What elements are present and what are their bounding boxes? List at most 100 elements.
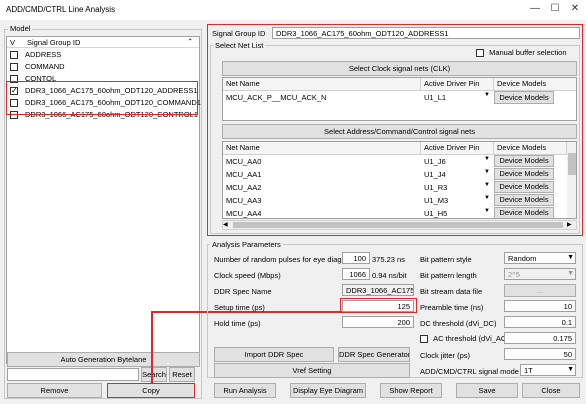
horizontal-scrollbar[interactable]: ◀ ▶ xyxy=(222,220,577,230)
ac-threshold-field[interactable]: 0.175 xyxy=(504,332,576,344)
dropdown-arrow-icon[interactable]: ▼ xyxy=(484,156,490,162)
copy-button[interactable]: Copy xyxy=(107,383,195,398)
search-input[interactable] xyxy=(7,368,139,381)
ac-threshold-row[interactable]: AC threshold (dVi_AC) xyxy=(420,334,509,344)
device-models-button[interactable]: Device Models xyxy=(494,194,554,206)
clock-speed-field[interactable]: 1066 xyxy=(342,268,370,280)
ac-threshold-label: AC threshold (dVi_AC) xyxy=(433,334,509,343)
reset-button[interactable]: Reset xyxy=(169,367,195,382)
column-device-models[interactable]: Device Models xyxy=(494,142,567,155)
dc-threshold-field[interactable]: 0.1 xyxy=(504,316,576,328)
scrollbar-thumb[interactable] xyxy=(233,222,563,228)
clock-net-table: Net Name Active Driver Pin Device Models… xyxy=(222,77,577,121)
table-row-net: MCU_AA1 xyxy=(226,170,262,179)
signal-mode-select[interactable]: 1T ▼ xyxy=(520,364,576,376)
bit-stream-label: Bit stream data file xyxy=(420,287,483,296)
chevron-up-icon[interactable]: ⌃ xyxy=(187,37,193,46)
checkbox[interactable] xyxy=(420,335,428,344)
column-signal-group-id: Signal Group ID xyxy=(27,38,81,47)
clock-jitter-field[interactable]: 50 xyxy=(504,348,576,360)
manual-buffer-label: Manual buffer selection xyxy=(489,48,567,57)
list-item[interactable]: ADDRESS xyxy=(10,49,61,60)
net-list-label: Select Net List xyxy=(213,41,266,50)
device-models-button[interactable]: Device Models xyxy=(494,181,554,193)
column-active-driver-pin[interactable]: Active Driver Pin xyxy=(421,142,494,155)
show-report-button[interactable]: Show Report xyxy=(380,383,442,398)
bit-pattern-style-value: Random xyxy=(508,254,537,263)
scroll-right-icon[interactable]: ▶ xyxy=(567,221,572,228)
chevron-down-icon: ▼ xyxy=(567,366,574,373)
scrollbar-thumb[interactable] xyxy=(568,153,576,175)
run-analysis-button[interactable]: Run Analysis xyxy=(214,383,276,398)
dc-threshold-label: DC threshold (dVi_DC) xyxy=(420,319,497,328)
bit-pattern-style-select[interactable]: Random ▼ xyxy=(504,252,576,264)
column-active-driver-pin[interactable]: Active Driver Pin xyxy=(421,78,494,91)
close-button[interactable]: Close xyxy=(522,383,580,398)
random-pulses-ns: 375.23 ns xyxy=(372,255,405,264)
column-net-name[interactable]: Net Name xyxy=(223,142,421,155)
ddr-spec-label: DDR Spec Name xyxy=(214,287,272,296)
vref-setting-button[interactable]: Vref Setting xyxy=(214,363,410,378)
setup-time-label: Setup time (ps) xyxy=(214,303,265,312)
checkbox[interactable] xyxy=(476,49,484,58)
remove-button[interactable]: Remove xyxy=(7,383,102,398)
maximize-button[interactable]: ☐ xyxy=(548,3,562,14)
bit-pattern-length-label: Bit pattern length xyxy=(420,271,477,280)
setup-time-highlight xyxy=(340,298,417,313)
list-item[interactable]: COMMAND xyxy=(10,61,65,72)
column-device-models[interactable]: Device Models xyxy=(494,78,576,91)
table-row-net: MCU_AA0 xyxy=(226,157,262,166)
minimize-button[interactable]: — xyxy=(528,3,542,14)
clock-jitter-label: Clock jitter (ps) xyxy=(420,351,471,360)
chevron-down-icon: ▼ xyxy=(567,270,574,277)
signal-mode-value: 1T xyxy=(524,366,533,375)
dropdown-arrow-icon[interactable]: ▼ xyxy=(484,92,490,98)
list-item-label: ADDRESS xyxy=(25,50,62,59)
random-pulses-label: Number of random pulses for eye diagram xyxy=(214,255,355,264)
bit-pattern-length-select[interactable]: 2^5 ▼ xyxy=(504,268,576,280)
checkbox[interactable] xyxy=(10,51,18,60)
vertical-scrollbar[interactable] xyxy=(567,142,576,218)
dropdown-arrow-icon[interactable]: ▼ xyxy=(484,169,490,175)
ddr-spec-generator-button[interactable]: DDR Spec Generator xyxy=(338,347,410,362)
bit-pattern-style-label: Bit pattern style xyxy=(420,255,472,264)
address-net-table: Net Name Active Driver Pin Device Models… xyxy=(222,141,577,219)
preamble-label: Preamble time (ns) xyxy=(420,303,484,312)
checkbox[interactable] xyxy=(10,63,18,72)
window-title: ADD/CMD/CTRL Line Analysis xyxy=(6,5,116,14)
preamble-field[interactable]: 10 xyxy=(504,300,576,312)
table-row-net: MCU_AA2 xyxy=(226,183,262,192)
display-eye-diagram-button[interactable]: Display Eye Diagram xyxy=(290,383,366,398)
auto-generation-bytelane-button[interactable]: Auto Generation Bytelane xyxy=(7,352,200,367)
signal-group-id-field[interactable]: DDR3_1066_AC175_60ohm_ODT120_ADDRESS1 xyxy=(272,27,580,39)
list-header: V Signal Group ID ⌃ xyxy=(7,37,199,48)
connector-line xyxy=(151,311,153,383)
hold-time-field[interactable]: 200 xyxy=(342,316,414,328)
hold-time-label: Hold time (ps) xyxy=(214,319,261,328)
close-window-button[interactable]: ✕ xyxy=(568,3,582,14)
table-row-net: MCU_AA3 xyxy=(226,196,262,205)
device-models-button[interactable]: Device Models xyxy=(494,168,554,180)
column-net-name[interactable]: Net Name xyxy=(223,78,421,91)
device-models-button[interactable]: Device Models xyxy=(494,207,554,218)
search-button[interactable]: Search xyxy=(141,367,167,382)
device-models-button[interactable]: Device Models xyxy=(494,91,554,104)
bit-stream-browse-button[interactable]: ... xyxy=(504,284,576,297)
signal-group-id-label: Signal Group ID xyxy=(212,29,266,38)
save-button[interactable]: Save xyxy=(456,383,518,398)
clock-speed-unit: 0.94 ns/bit xyxy=(372,271,407,280)
highlight-box xyxy=(6,81,198,115)
device-models-button[interactable]: Device Models xyxy=(494,155,554,167)
select-address-nets-button[interactable]: Select Address/Command/Control signal ne… xyxy=(222,124,577,139)
analysis-parameters-label: Analysis Parameters xyxy=(210,240,283,249)
manual-buffer-checkbox-row[interactable]: Manual buffer selection xyxy=(476,48,567,58)
select-clock-nets-button[interactable]: Select Clock signal nets (CLK) xyxy=(222,61,577,76)
scroll-left-icon[interactable]: ◀ xyxy=(223,221,228,228)
random-pulses-field[interactable]: 100 xyxy=(342,252,370,264)
dropdown-arrow-icon[interactable]: ▼ xyxy=(484,182,490,188)
ddr-spec-field: DDR3_1066_AC175 xyxy=(342,284,414,296)
signal-mode-label: ADD/CMD/CTRL signal mode xyxy=(420,367,519,376)
dropdown-arrow-icon[interactable]: ▼ xyxy=(484,195,490,201)
dropdown-arrow-icon[interactable]: ▼ xyxy=(484,208,490,214)
import-ddr-spec-button[interactable]: Import DDR Spec xyxy=(214,347,334,362)
